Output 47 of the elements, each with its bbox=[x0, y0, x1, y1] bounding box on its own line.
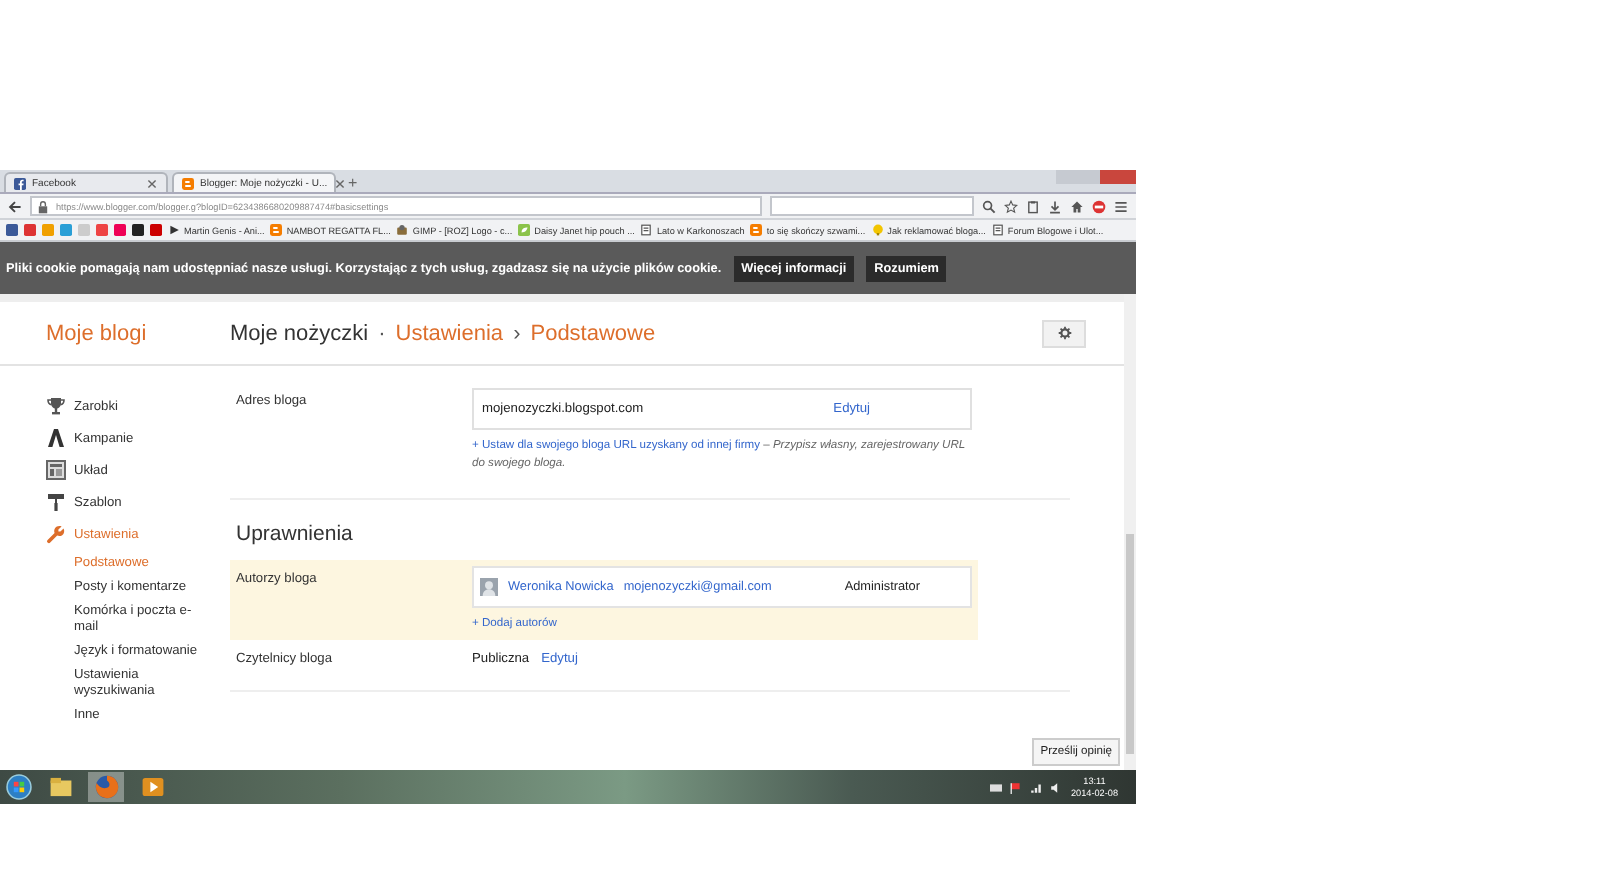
lock-icon bbox=[36, 199, 50, 213]
back-icon bbox=[8, 199, 22, 213]
scrollbar-thumb[interactable] bbox=[1126, 534, 1134, 754]
blogger-icon bbox=[270, 224, 283, 236]
settings-button[interactable] bbox=[1042, 319, 1086, 347]
settings-icon bbox=[1057, 326, 1071, 340]
menu-icon bbox=[1114, 199, 1128, 213]
breadcrumb-current: Podstawowe bbox=[530, 321, 656, 345]
star-icon bbox=[1004, 199, 1018, 213]
trophy-icon bbox=[46, 396, 66, 416]
blogger-icon bbox=[750, 224, 763, 236]
clipboard-icon bbox=[1026, 199, 1040, 213]
search-field[interactable] bbox=[770, 196, 974, 216]
stop-sign-icon bbox=[1092, 199, 1106, 213]
media-player-icon bbox=[139, 774, 165, 800]
play-icon bbox=[168, 224, 180, 236]
page-icon bbox=[640, 224, 653, 236]
bulb-icon bbox=[871, 224, 884, 236]
facebook-icon bbox=[14, 177, 26, 189]
wrench-icon bbox=[46, 524, 66, 544]
breadcrumb-separator: · bbox=[378, 321, 386, 345]
paint-roller-icon bbox=[46, 492, 66, 512]
speaker-icon bbox=[1049, 781, 1061, 793]
letter-a-icon bbox=[46, 428, 66, 448]
page-icon bbox=[991, 224, 1004, 236]
browser-icon bbox=[93, 774, 119, 800]
section-heading: Uprawnienia bbox=[234, 520, 355, 550]
breadcrumb-separator: › bbox=[513, 321, 521, 345]
close-icon bbox=[333, 177, 346, 189]
minimize-button[interactable] bbox=[1056, 170, 1078, 184]
start-orb-icon bbox=[6, 774, 32, 800]
flag-icon bbox=[1009, 781, 1021, 793]
layout-icon bbox=[46, 460, 66, 480]
download-icon bbox=[1048, 199, 1062, 213]
folder-icon bbox=[47, 774, 73, 800]
keyboard-icon bbox=[989, 781, 1001, 793]
avatar-icon bbox=[480, 578, 498, 596]
blog-name: Moje nożyczki bbox=[230, 321, 369, 345]
close-icon bbox=[146, 177, 158, 189]
new-tab-button[interactable]: + bbox=[340, 174, 366, 192]
blogger-icon bbox=[182, 177, 194, 189]
maximize-button[interactable] bbox=[1078, 170, 1100, 184]
signal-icon bbox=[1029, 781, 1041, 793]
close-button[interactable] bbox=[1100, 170, 1136, 184]
search-icon bbox=[982, 199, 996, 213]
home-icon bbox=[1070, 199, 1084, 213]
leaf-icon bbox=[518, 224, 531, 236]
